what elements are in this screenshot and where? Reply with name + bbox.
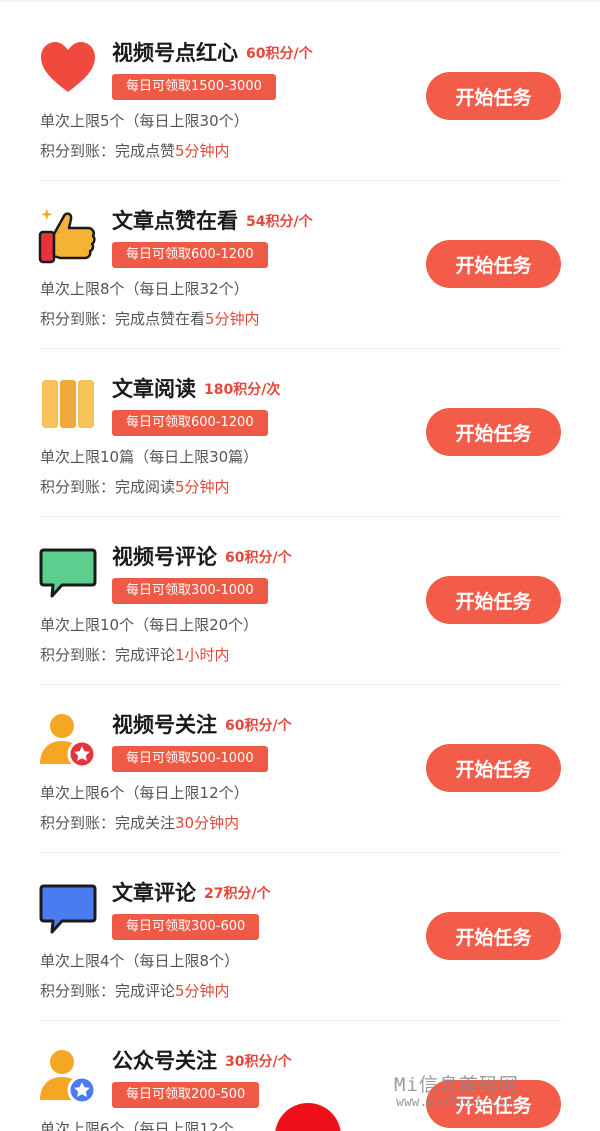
task-limit: 单次上限5个（每日上限30个） [40,112,249,130]
task-arrive: 积分到账：完成关注30分钟内 [40,812,239,833]
arrive-prefix: 积分到账：完成点赞在看 [40,310,206,328]
task-arrive: 积分到账：完成评论1小时内 [40,644,230,665]
task-item-video-like: 视频号点红心 60积分/个 每日可领取1500-3000 单次上限5个（每日上限… [0,0,600,168]
thumbs-up-icon [38,206,98,266]
task-limit: 单次上限10个（每日上限20个） [40,616,259,634]
task-points: 60积分/个 [225,718,292,734]
task-item-video-comment: 视频号评论 60积分/个 每日可领取300-1000 单次上限10个（每日上限2… [0,504,600,672]
arrive-time: 5分钟内 [175,982,230,1000]
task-title: 文章点赞在看 [112,209,238,233]
task-title: 公众号关注 [112,1049,217,1073]
daily-badge: 每日可领取300-600 [112,914,260,940]
start-task-button[interactable]: 开始任务 [426,408,561,456]
daily-badge: 每日可领取600-1200 [112,242,268,268]
arrive-prefix: 积分到账：完成关注 [40,814,176,832]
start-task-button[interactable]: 开始任务 [426,240,561,288]
arrive-prefix: 积分到账：完成阅读 [40,478,176,496]
task-arrive: 积分到账：完成评论5分钟内 [40,980,230,1001]
task-points: 60积分/个 [225,550,292,566]
start-task-button[interactable]: 开始任务 [426,72,561,120]
watermark: Mi信息首码网 www.mixinxi.com [394,1075,519,1110]
daily-badge: 每日可领取1500-3000 [112,74,276,100]
task-title-row: 文章评论 27积分/个 [112,876,271,908]
watermark-title: Mi信息首码网 [394,1074,519,1096]
arrive-prefix: 积分到账：完成评论 [40,982,176,1000]
daily-badge: 每日可领取500-1000 [112,746,268,772]
task-title-row: 视频号评论 60积分/个 [112,540,292,572]
task-points: 30积分/个 [225,1054,292,1070]
start-task-button[interactable]: 开始任务 [426,912,561,960]
task-points: 180积分/次 [204,382,281,398]
task-arrive: 积分到账：完成阅读5分钟内 [40,476,230,497]
arrive-time: 30分钟内 [175,814,240,832]
task-item-article-like: 文章点赞在看 54积分/个 每日可领取600-1200 单次上限8个（每日上限3… [0,168,600,336]
task-arrive: 积分到账：完成点赞在看5分钟内 [40,308,260,329]
task-points: 54积分/个 [246,214,313,230]
blue-comment-icon [38,878,98,938]
task-limit: 单次上限6个（每日上限12个） [40,784,249,802]
daily-badge: 每日可领取300-1000 [112,578,268,604]
start-task-button[interactable]: 开始任务 [426,744,561,792]
start-task-button[interactable]: 开始任务 [426,576,561,624]
user-blue-star-icon [38,1046,98,1106]
arrive-prefix: 积分到账：完成点赞 [40,142,176,160]
task-arrive: 积分到账：完成点赞5分钟内 [40,140,230,161]
user-star-icon [38,710,98,770]
daily-badge: 每日可领取600-1200 [112,410,268,436]
task-list: 视频号点红心 60积分/个 每日可领取1500-3000 单次上限5个（每日上限… [0,0,600,1131]
arrive-prefix: 积分到账：完成评论 [40,646,176,664]
task-points: 60积分/个 [246,46,313,62]
task-title: 视频号点红心 [112,41,238,65]
task-item-video-follow: 视频号关注 60积分/个 每日可领取500-1000 单次上限6个（每日上限12… [0,672,600,840]
heart-icon [38,38,98,98]
task-points: 27积分/个 [204,886,271,902]
task-title-row: 视频号关注 60积分/个 [112,708,292,740]
task-title-row: 文章点赞在看 54积分/个 [112,204,313,236]
arrive-time: 1小时内 [175,646,230,664]
arrive-time: 5分钟内 [175,142,230,160]
task-title-row: 文章阅读 180积分/次 [112,372,280,404]
task-title-row: 公众号关注 30积分/个 [112,1044,292,1076]
task-limit: 单次上限6个（每日上限12个 [40,1120,234,1131]
task-title-row: 视频号点红心 60积分/个 [112,36,313,68]
task-item-article-read: 文章阅读 180积分/次 每日可领取600-1200 单次上限10篇（每日上限3… [0,336,600,504]
task-item-article-comment: 文章评论 27积分/个 每日可领取300-600 单次上限4个（每日上限8个） … [0,840,600,1008]
arrive-time: 5分钟内 [205,310,260,328]
task-title: 文章阅读 [112,377,196,401]
task-limit: 单次上限8个（每日上限32个） [40,280,249,298]
task-title: 视频号评论 [112,545,217,569]
daily-badge: 每日可领取200-500 [112,1082,260,1108]
green-comment-icon [38,542,98,602]
watermark-url: www.mixinxi.com [396,1094,514,1110]
task-limit: 单次上限10篇（每日上限30篇） [40,448,259,466]
task-limit: 单次上限4个（每日上限8个） [40,952,240,970]
task-title: 文章评论 [112,881,196,905]
book-icon [38,374,98,434]
task-title: 视频号关注 [112,713,217,737]
arrive-time: 5分钟内 [175,478,230,496]
